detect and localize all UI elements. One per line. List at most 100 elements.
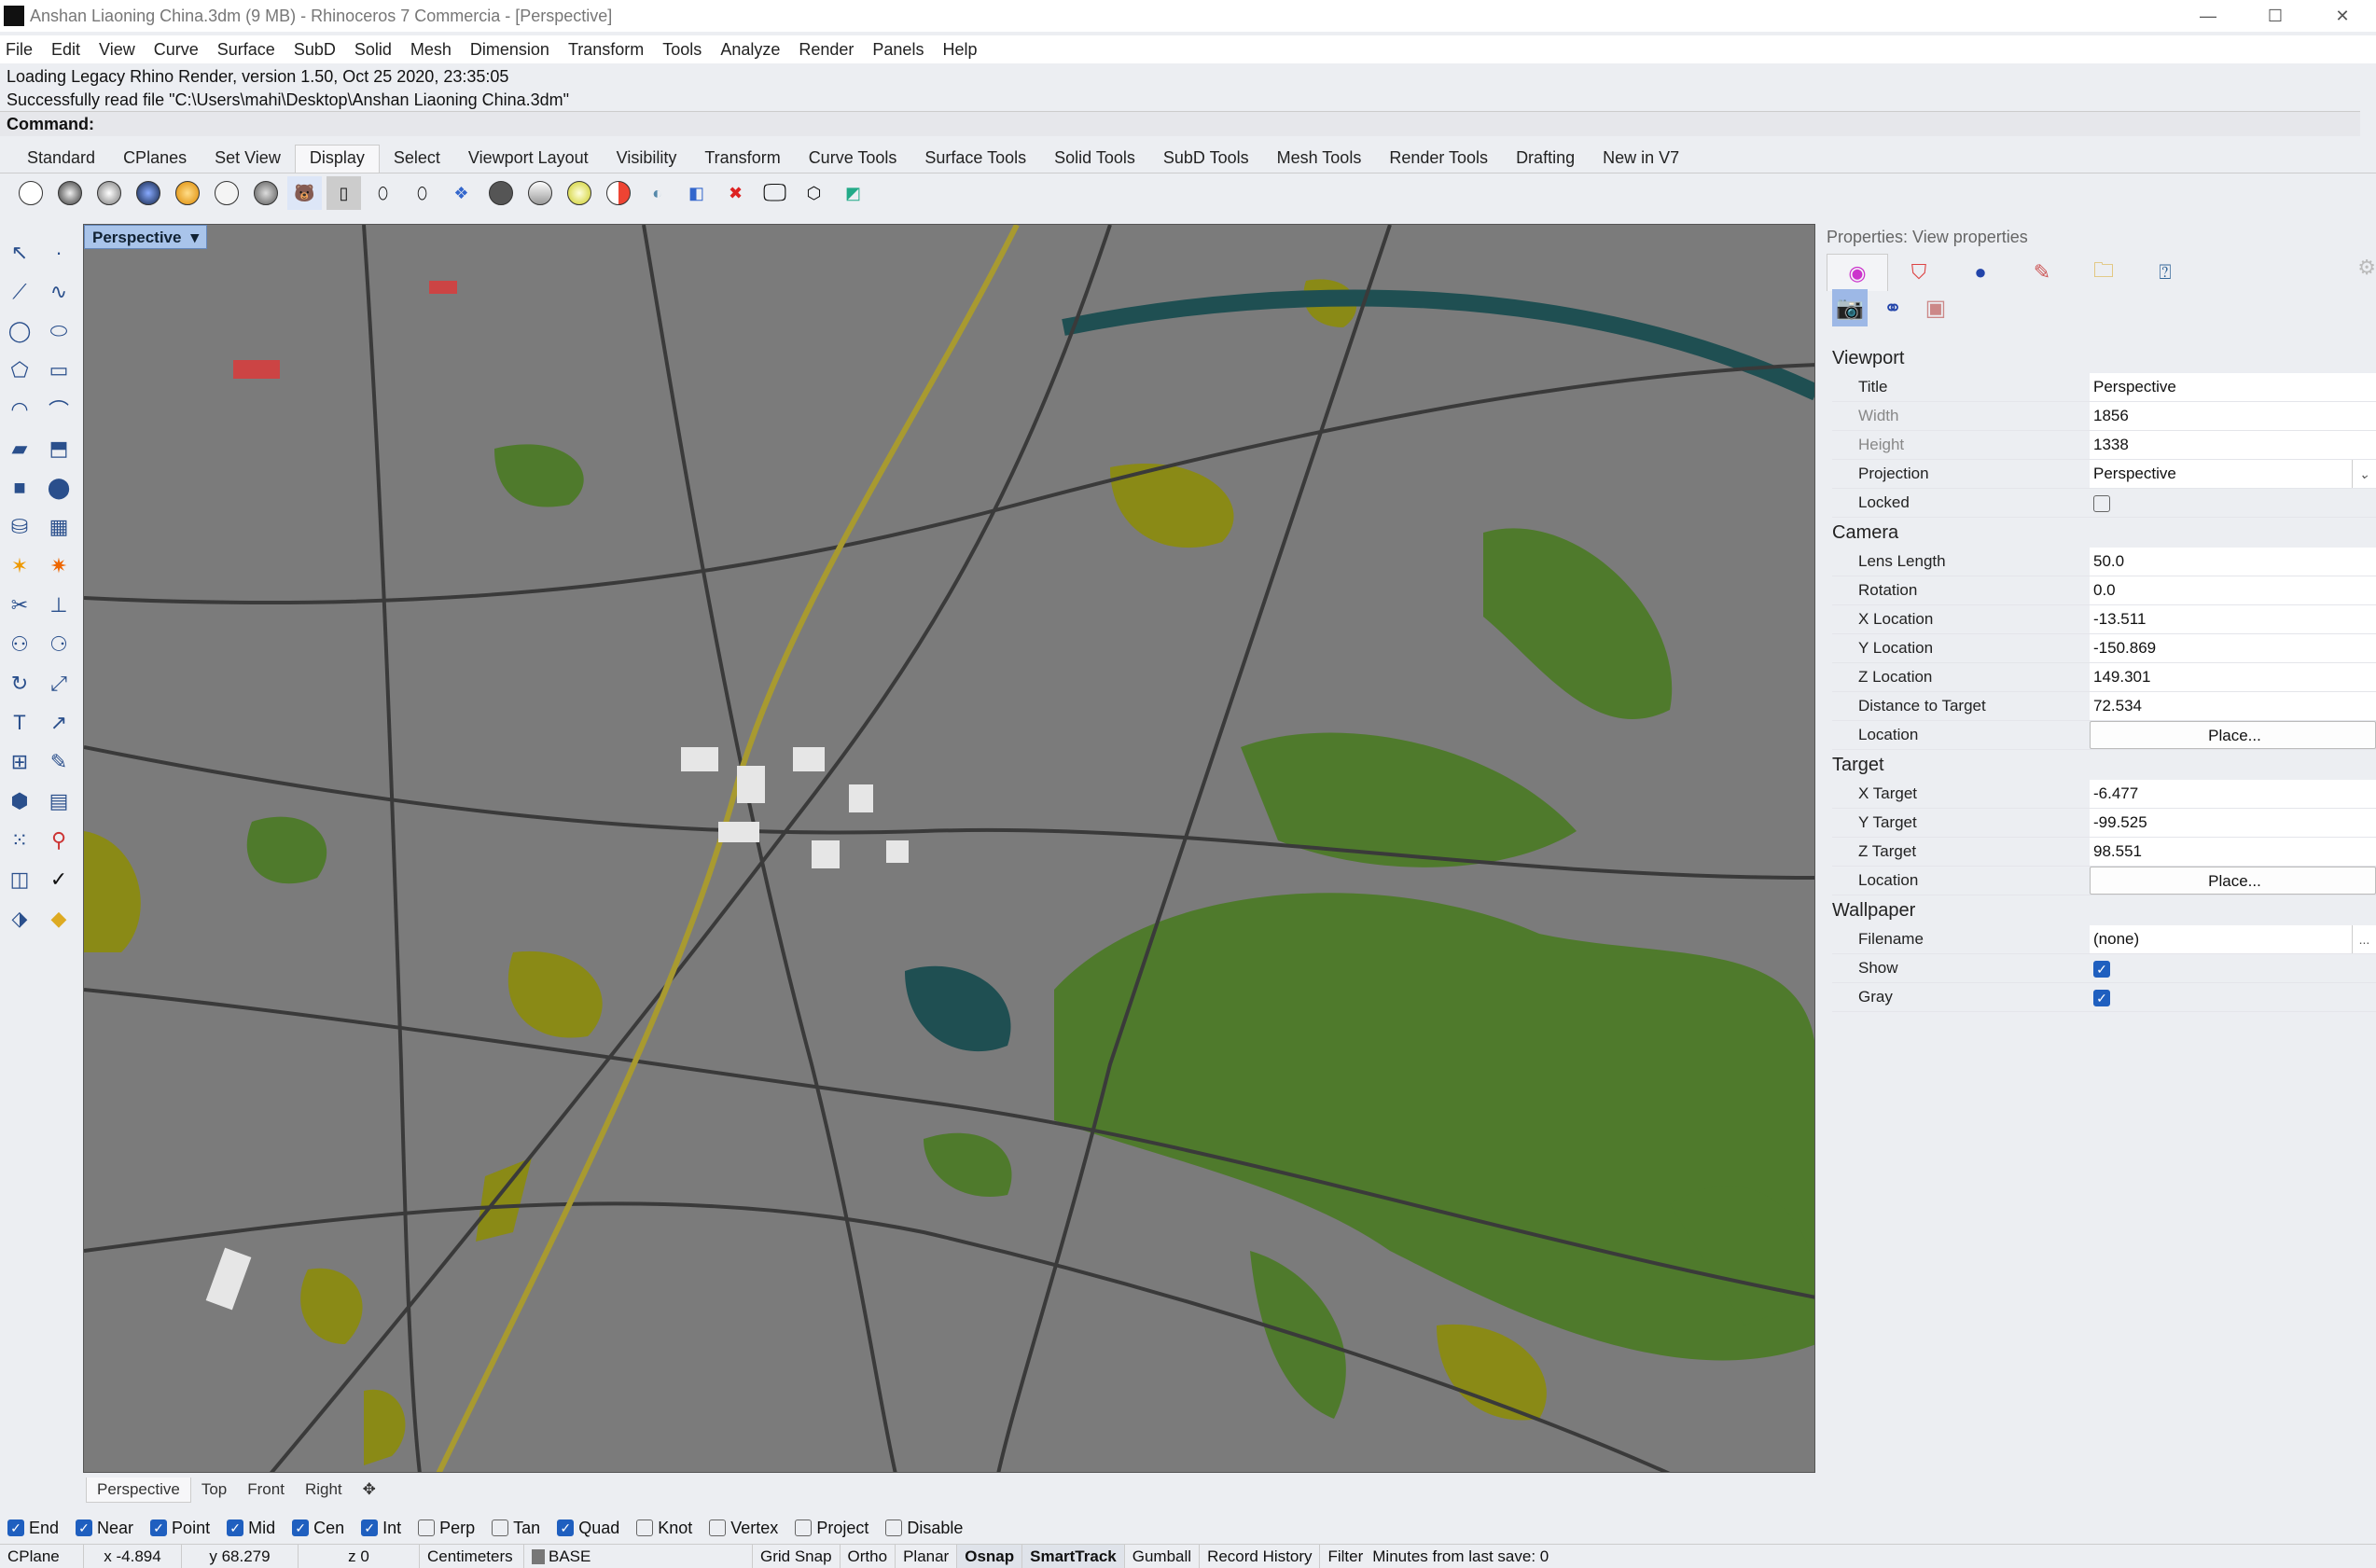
- paint-tube-icon[interactable]: ✎: [2011, 254, 2073, 291]
- show-checkbox[interactable]: ✓: [2093, 960, 2110, 978]
- osnap-checkbox[interactable]: [795, 1519, 813, 1536]
- dimension-icon[interactable]: ↗: [39, 703, 78, 742]
- display-options-icon[interactable]: ❖: [444, 176, 479, 210]
- move-icon[interactable]: ✎: [39, 742, 78, 782]
- polyline-icon[interactable]: ⟋: [0, 272, 39, 312]
- gray-checkbox[interactable]: ✓: [2093, 989, 2110, 1006]
- light-icon[interactable]: [562, 176, 596, 210]
- menu-view[interactable]: View: [99, 40, 135, 60]
- extrude-icon[interactable]: ⬒: [39, 429, 78, 468]
- folder-icon[interactable]: 🗀: [2073, 254, 2134, 291]
- menu-curve[interactable]: Curve: [154, 40, 199, 60]
- menu-file[interactable]: File: [6, 40, 33, 60]
- command-prompt[interactable]: Command:: [0, 112, 2360, 136]
- projection-select[interactable]: Perspective ⌄: [2090, 460, 2376, 488]
- check-icon[interactable]: ✓: [39, 860, 78, 899]
- rotate-icon[interactable]: ↻: [0, 664, 39, 703]
- artistic-icon[interactable]: [248, 176, 283, 210]
- osnap-checkbox[interactable]: ✓: [557, 1519, 575, 1536]
- polygon-icon[interactable]: ⬠: [0, 351, 39, 390]
- menu-render[interactable]: Render: [799, 40, 854, 60]
- tab-curve-tools[interactable]: Curve Tools: [795, 148, 911, 173]
- osnap-quad[interactable]: ✓ Quad: [557, 1519, 619, 1538]
- osnap-disable[interactable]: Disable: [885, 1519, 963, 1538]
- chevron-down-icon[interactable]: ▾: [190, 226, 199, 248]
- rendered-icon[interactable]: [91, 176, 126, 210]
- chevron-down-icon[interactable]: ⌄: [2352, 460, 2376, 488]
- tab-cplanes[interactable]: CPlanes: [109, 148, 201, 173]
- osnap-checkbox[interactable]: ✓: [150, 1519, 168, 1536]
- tab-select[interactable]: Select: [380, 148, 454, 173]
- menu-edit[interactable]: Edit: [51, 40, 80, 60]
- layers-icon[interactable]: ⛉: [1888, 254, 1950, 291]
- osnap-knot[interactable]: Knot: [636, 1519, 692, 1538]
- osnap-near[interactable]: ✓ Near: [76, 1519, 133, 1538]
- menu-transform[interactable]: Transform: [568, 40, 644, 60]
- select-icon[interactable]: ↖: [0, 233, 39, 272]
- minimize-button[interactable]: —: [2175, 0, 2242, 32]
- osnap-toggle[interactable]: Osnap: [957, 1545, 1023, 1568]
- osnap-checkbox[interactable]: ✓: [227, 1519, 244, 1536]
- environment-map-icon[interactable]: [522, 176, 557, 210]
- gumball-toggle[interactable]: Gumball: [1125, 1545, 1201, 1568]
- help-icon[interactable]: ⍰: [2134, 254, 2196, 291]
- hatch-icon[interactable]: ▤: [39, 782, 78, 821]
- osnap-checkbox[interactable]: [418, 1519, 436, 1536]
- monitor-icon[interactable]: 🖵: [757, 176, 792, 210]
- ellipse-icon[interactable]: ⬭: [39, 312, 78, 351]
- add-viewport-icon[interactable]: ✥: [353, 1478, 386, 1502]
- osnap-mid[interactable]: ✓ Mid: [227, 1519, 275, 1538]
- osnap-checkbox[interactable]: [709, 1519, 727, 1536]
- y-target-field[interactable]: -99.525: [2090, 809, 2376, 837]
- scale-icon[interactable]: ⤢: [39, 664, 78, 703]
- menu-solid[interactable]: Solid: [354, 40, 392, 60]
- perspective-viewport[interactable]: Perspective ▾: [83, 224, 1815, 1473]
- zebra-icon[interactable]: [483, 176, 518, 210]
- paint-icon[interactable]: ◆: [39, 899, 78, 938]
- tab-render-tools[interactable]: Render Tools: [1375, 148, 1502, 173]
- boolean-icon[interactable]: ⬤: [39, 468, 78, 507]
- render-icon[interactable]: ✶: [0, 547, 39, 586]
- analyze-icon[interactable]: ◫: [0, 860, 39, 899]
- viewport-title-button[interactable]: Perspective ▾: [84, 225, 207, 249]
- split-icon[interactable]: ⊥: [39, 586, 78, 625]
- raytraced-icon[interactable]: ⬯: [366, 176, 400, 210]
- monochrome-icon[interactable]: ⬯: [405, 176, 439, 210]
- shaded-icon[interactable]: [52, 176, 87, 210]
- mesh-icon[interactable]: ▦: [39, 507, 78, 547]
- group-icon[interactable]: ⚇: [0, 625, 39, 664]
- ungroup-icon[interactable]: ⚆: [39, 625, 78, 664]
- material-icon[interactable]: ⬗: [0, 899, 39, 938]
- osnap-vertex[interactable]: Vertex: [709, 1519, 778, 1538]
- osnap-checkbox[interactable]: ✓: [76, 1519, 93, 1536]
- menu-dimension[interactable]: Dimension: [470, 40, 549, 60]
- arctic-icon[interactable]: ▯: [327, 176, 361, 210]
- osnap-checkbox[interactable]: ✓: [292, 1519, 310, 1536]
- tab-display[interactable]: Display: [294, 145, 380, 173]
- record-history-toggle[interactable]: Record History: [1200, 1545, 1321, 1568]
- browse-button[interactable]: ...: [2352, 925, 2376, 953]
- rectangle-icon[interactable]: ▭: [39, 351, 78, 390]
- fillet-icon[interactable]: ⌒: [39, 390, 78, 429]
- osnap-cen[interactable]: ✓ Cen: [292, 1519, 344, 1538]
- planar-toggle[interactable]: Planar: [896, 1545, 958, 1568]
- z-location-field[interactable]: 149.301: [2090, 663, 2376, 691]
- camera-place-button[interactable]: Place...: [2090, 721, 2376, 749]
- tab-front[interactable]: Front: [237, 1478, 295, 1502]
- lens-length-field[interactable]: 50.0: [2090, 548, 2376, 576]
- wireframe-icon[interactable]: [13, 176, 48, 210]
- pen-icon[interactable]: 🐻: [287, 176, 322, 210]
- tab-new-in-v7[interactable]: New in V7: [1589, 148, 1693, 173]
- osnap-checkbox[interactable]: [636, 1519, 654, 1536]
- tab-mesh-tools[interactable]: Mesh Tools: [1263, 148, 1376, 173]
- tab-right[interactable]: Right: [295, 1478, 353, 1502]
- box-solid-icon[interactable]: ■: [0, 468, 39, 507]
- units[interactable]: Centimeters: [420, 1545, 524, 1568]
- circle-icon[interactable]: ◯: [0, 312, 39, 351]
- grid-snap-toggle[interactable]: Grid Snap: [753, 1545, 841, 1568]
- tab-set-view[interactable]: Set View: [201, 148, 295, 173]
- filter-toggle[interactable]: Filter: [1320, 1545, 1365, 1568]
- tab-perspective[interactable]: Perspective: [86, 1477, 191, 1503]
- close-button[interactable]: ✕: [2309, 0, 2376, 32]
- locked-checkbox[interactable]: [2093, 494, 2110, 512]
